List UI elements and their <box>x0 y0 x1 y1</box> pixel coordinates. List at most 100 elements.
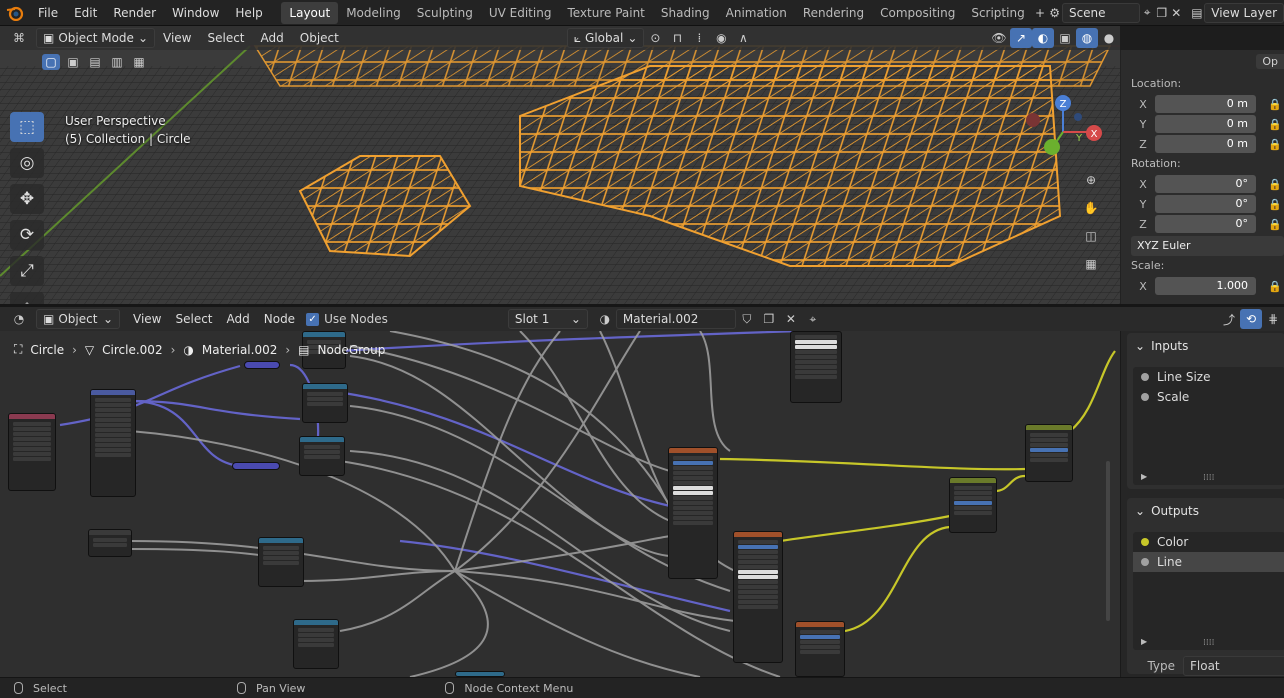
ortho-grid-icon[interactable]: ▦ <box>1080 254 1102 274</box>
options-tab[interactable]: Op <box>1256 54 1284 69</box>
rotation-y-field[interactable]: 0° <box>1155 195 1256 213</box>
node-separate-xyz-2[interactable] <box>302 383 348 423</box>
node-brick-texture-2[interactable] <box>733 531 783 663</box>
lock-icon[interactable]: 🔒 <box>1268 118 1282 131</box>
rotate-tool-icon[interactable]: ⟳ <box>10 220 44 250</box>
xray-icon[interactable]: ▣ <box>1054 28 1076 48</box>
visibility-eye-icon[interactable]: 👁 <box>988 28 1010 48</box>
overlay-toggle-icon[interactable]: ◐ <box>1032 28 1054 48</box>
select-intersect-icon[interactable]: ▦ <box>130 54 148 70</box>
list-expand-icon[interactable]: ▶ <box>1141 472 1147 481</box>
tab-compositing[interactable]: Compositing <box>872 2 963 24</box>
view-layer-field[interactable]: View Layer <box>1204 2 1284 23</box>
view-layer-icon[interactable]: ▤ <box>1190 3 1205 23</box>
node-mapping[interactable] <box>90 389 136 497</box>
list-resize-grip-icon[interactable]: ⁞⁞⁞⁞ <box>1203 473 1214 483</box>
duplicate-material-icon[interactable]: ❐ <box>758 309 780 329</box>
unlink-material-icon[interactable]: ✕ <box>780 309 802 329</box>
type-dropdown[interactable]: Float <box>1183 656 1284 676</box>
node-multiply-color-final[interactable] <box>1025 424 1073 482</box>
new-scene-icon[interactable]: ❐ <box>1154 3 1169 23</box>
pivot-point-icon[interactable]: ⊙ <box>644 28 666 48</box>
pin-scene-icon[interactable]: ⌖ <box>1140 3 1155 23</box>
material-name-field[interactable]: Material.002 <box>615 309 736 329</box>
mode-dropdown[interactable]: ▣ Object Mode ⌄ <box>36 28 155 48</box>
lock-icon[interactable]: 🔒 <box>1268 218 1282 231</box>
ne-menu-add[interactable]: Add <box>220 312 257 326</box>
lock-icon[interactable]: 🔒 <box>1268 98 1282 111</box>
3d-viewport[interactable]: ⬚ ◎ ✥ ⟳ ⤢ ⌖ User Perspective (5) Collect… <box>0 26 1120 304</box>
transform-orientation-dropdown[interactable]: ⟀ Global ⌄ <box>566 28 645 48</box>
select-invert-icon[interactable]: ▥ <box>108 54 126 70</box>
parent-node-tree-icon[interactable]: ⤴ <box>1218 309 1240 329</box>
inputs-panel-header[interactable]: ⌄ Inputs <box>1127 333 1284 359</box>
scrollbar[interactable] <box>1106 461 1110 621</box>
cursor-tool-icon[interactable]: ◎ <box>10 148 44 178</box>
node-brick-texture-1[interactable] <box>668 447 718 579</box>
menu-file[interactable]: File <box>30 6 66 20</box>
node-divide[interactable] <box>258 537 304 587</box>
delete-scene-icon[interactable]: ✕ <box>1169 3 1184 23</box>
node-separate-xyz-3[interactable] <box>299 436 345 476</box>
output-item-color[interactable]: Color <box>1133 532 1284 552</box>
list-resize-grip-icon[interactable]: ⁞⁞⁞⁞ <box>1203 638 1214 648</box>
input-item-scale[interactable]: Scale <box>1133 387 1284 407</box>
lock-icon[interactable]: 🔒 <box>1268 198 1282 211</box>
fake-user-shield-icon[interactable]: ⛉ <box>736 309 758 329</box>
breadcrumb-object[interactable]: Circle <box>30 343 64 357</box>
node-brick-texture-top[interactable] <box>790 331 842 403</box>
breadcrumb-material[interactable]: Material.002 <box>202 343 277 357</box>
material-browse-icon[interactable]: ◑ <box>594 309 616 329</box>
solid-shading-icon[interactable]: ● <box>1098 28 1120 48</box>
tab-texture-paint[interactable]: Texture Paint <box>559 2 652 24</box>
ne-menu-select[interactable]: Select <box>168 312 219 326</box>
scene-name-field[interactable]: Scene <box>1061 2 1140 23</box>
input-item-line-size[interactable]: Line Size <box>1133 367 1284 387</box>
tab-modeling[interactable]: Modeling <box>338 2 409 24</box>
vp-menu-object[interactable]: Object <box>292 31 347 45</box>
node-mapping-collapsed[interactable] <box>244 361 280 369</box>
wireframe-shading-icon[interactable]: ◍ <box>1076 28 1098 48</box>
menu-help[interactable]: Help <box>227 6 270 20</box>
node-group-input[interactable] <box>88 529 132 557</box>
menu-render[interactable]: Render <box>105 6 164 20</box>
snap-toggle-icon[interactable]: ⟲ <box>1240 309 1262 329</box>
editor-type-icon[interactable]: ◔ <box>8 309 30 329</box>
lock-icon[interactable]: 🔒 <box>1268 138 1282 151</box>
shader-type-dropdown[interactable]: ▣ Object ⌄ <box>36 309 120 329</box>
scale-x-field[interactable]: 1.000 <box>1155 277 1256 295</box>
tab-animation[interactable]: Animation <box>718 2 795 24</box>
vp-menu-view[interactable]: View <box>155 31 199 45</box>
camera-icon[interactable]: ◫ <box>1080 226 1102 246</box>
node-texture-coordinate[interactable] <box>8 413 56 491</box>
ne-menu-node[interactable]: Node <box>257 312 302 326</box>
use-nodes-checkbox[interactable]: ✓ Use Nodes <box>306 312 388 326</box>
vp-menu-select[interactable]: Select <box>199 31 252 45</box>
vp-menu-add[interactable]: Add <box>253 31 292 45</box>
lock-icon[interactable]: 🔒 <box>1268 178 1282 191</box>
falloff-icon[interactable]: ∧ <box>732 28 754 48</box>
list-expand-icon[interactable]: ▶ <box>1141 637 1147 646</box>
pan-hand-icon[interactable]: ✋ <box>1080 198 1102 218</box>
gizmo-toggle-icon[interactable]: ↗ <box>1010 28 1032 48</box>
add-workspace-icon[interactable]: + <box>1033 3 1048 23</box>
snap-icon[interactable]: ⊓ <box>666 28 688 48</box>
menu-edit[interactable]: Edit <box>66 6 105 20</box>
slot-dropdown[interactable]: Slot 1 ⌄ <box>507 309 588 329</box>
location-y-field[interactable]: 0 m <box>1155 115 1256 133</box>
tab-sculpting[interactable]: Sculpting <box>409 2 481 24</box>
breadcrumb-nodegroup[interactable]: NodeGroup <box>318 343 386 357</box>
proportional-edit-icon[interactable]: ◉ <box>710 28 732 48</box>
node-mapping-collapsed-2[interactable] <box>232 462 280 470</box>
select-extend-icon[interactable]: ▣ <box>64 54 82 70</box>
menu-window[interactable]: Window <box>164 6 227 20</box>
tab-rendering[interactable]: Rendering <box>795 2 872 24</box>
rotation-mode-dropdown[interactable]: XYZ Euler <box>1131 236 1284 256</box>
tab-scripting[interactable]: Scripting <box>963 2 1032 24</box>
select-new-icon[interactable]: ▢ <box>42 54 60 70</box>
move-tool-icon[interactable]: ✥ <box>10 184 44 214</box>
node-brick-texture-3[interactable] <box>795 621 845 677</box>
tab-layout[interactable]: Layout <box>281 1 339 24</box>
blender-logo-icon[interactable] <box>6 2 24 24</box>
snap-options-icon[interactable]: ⋕ <box>1262 309 1284 329</box>
